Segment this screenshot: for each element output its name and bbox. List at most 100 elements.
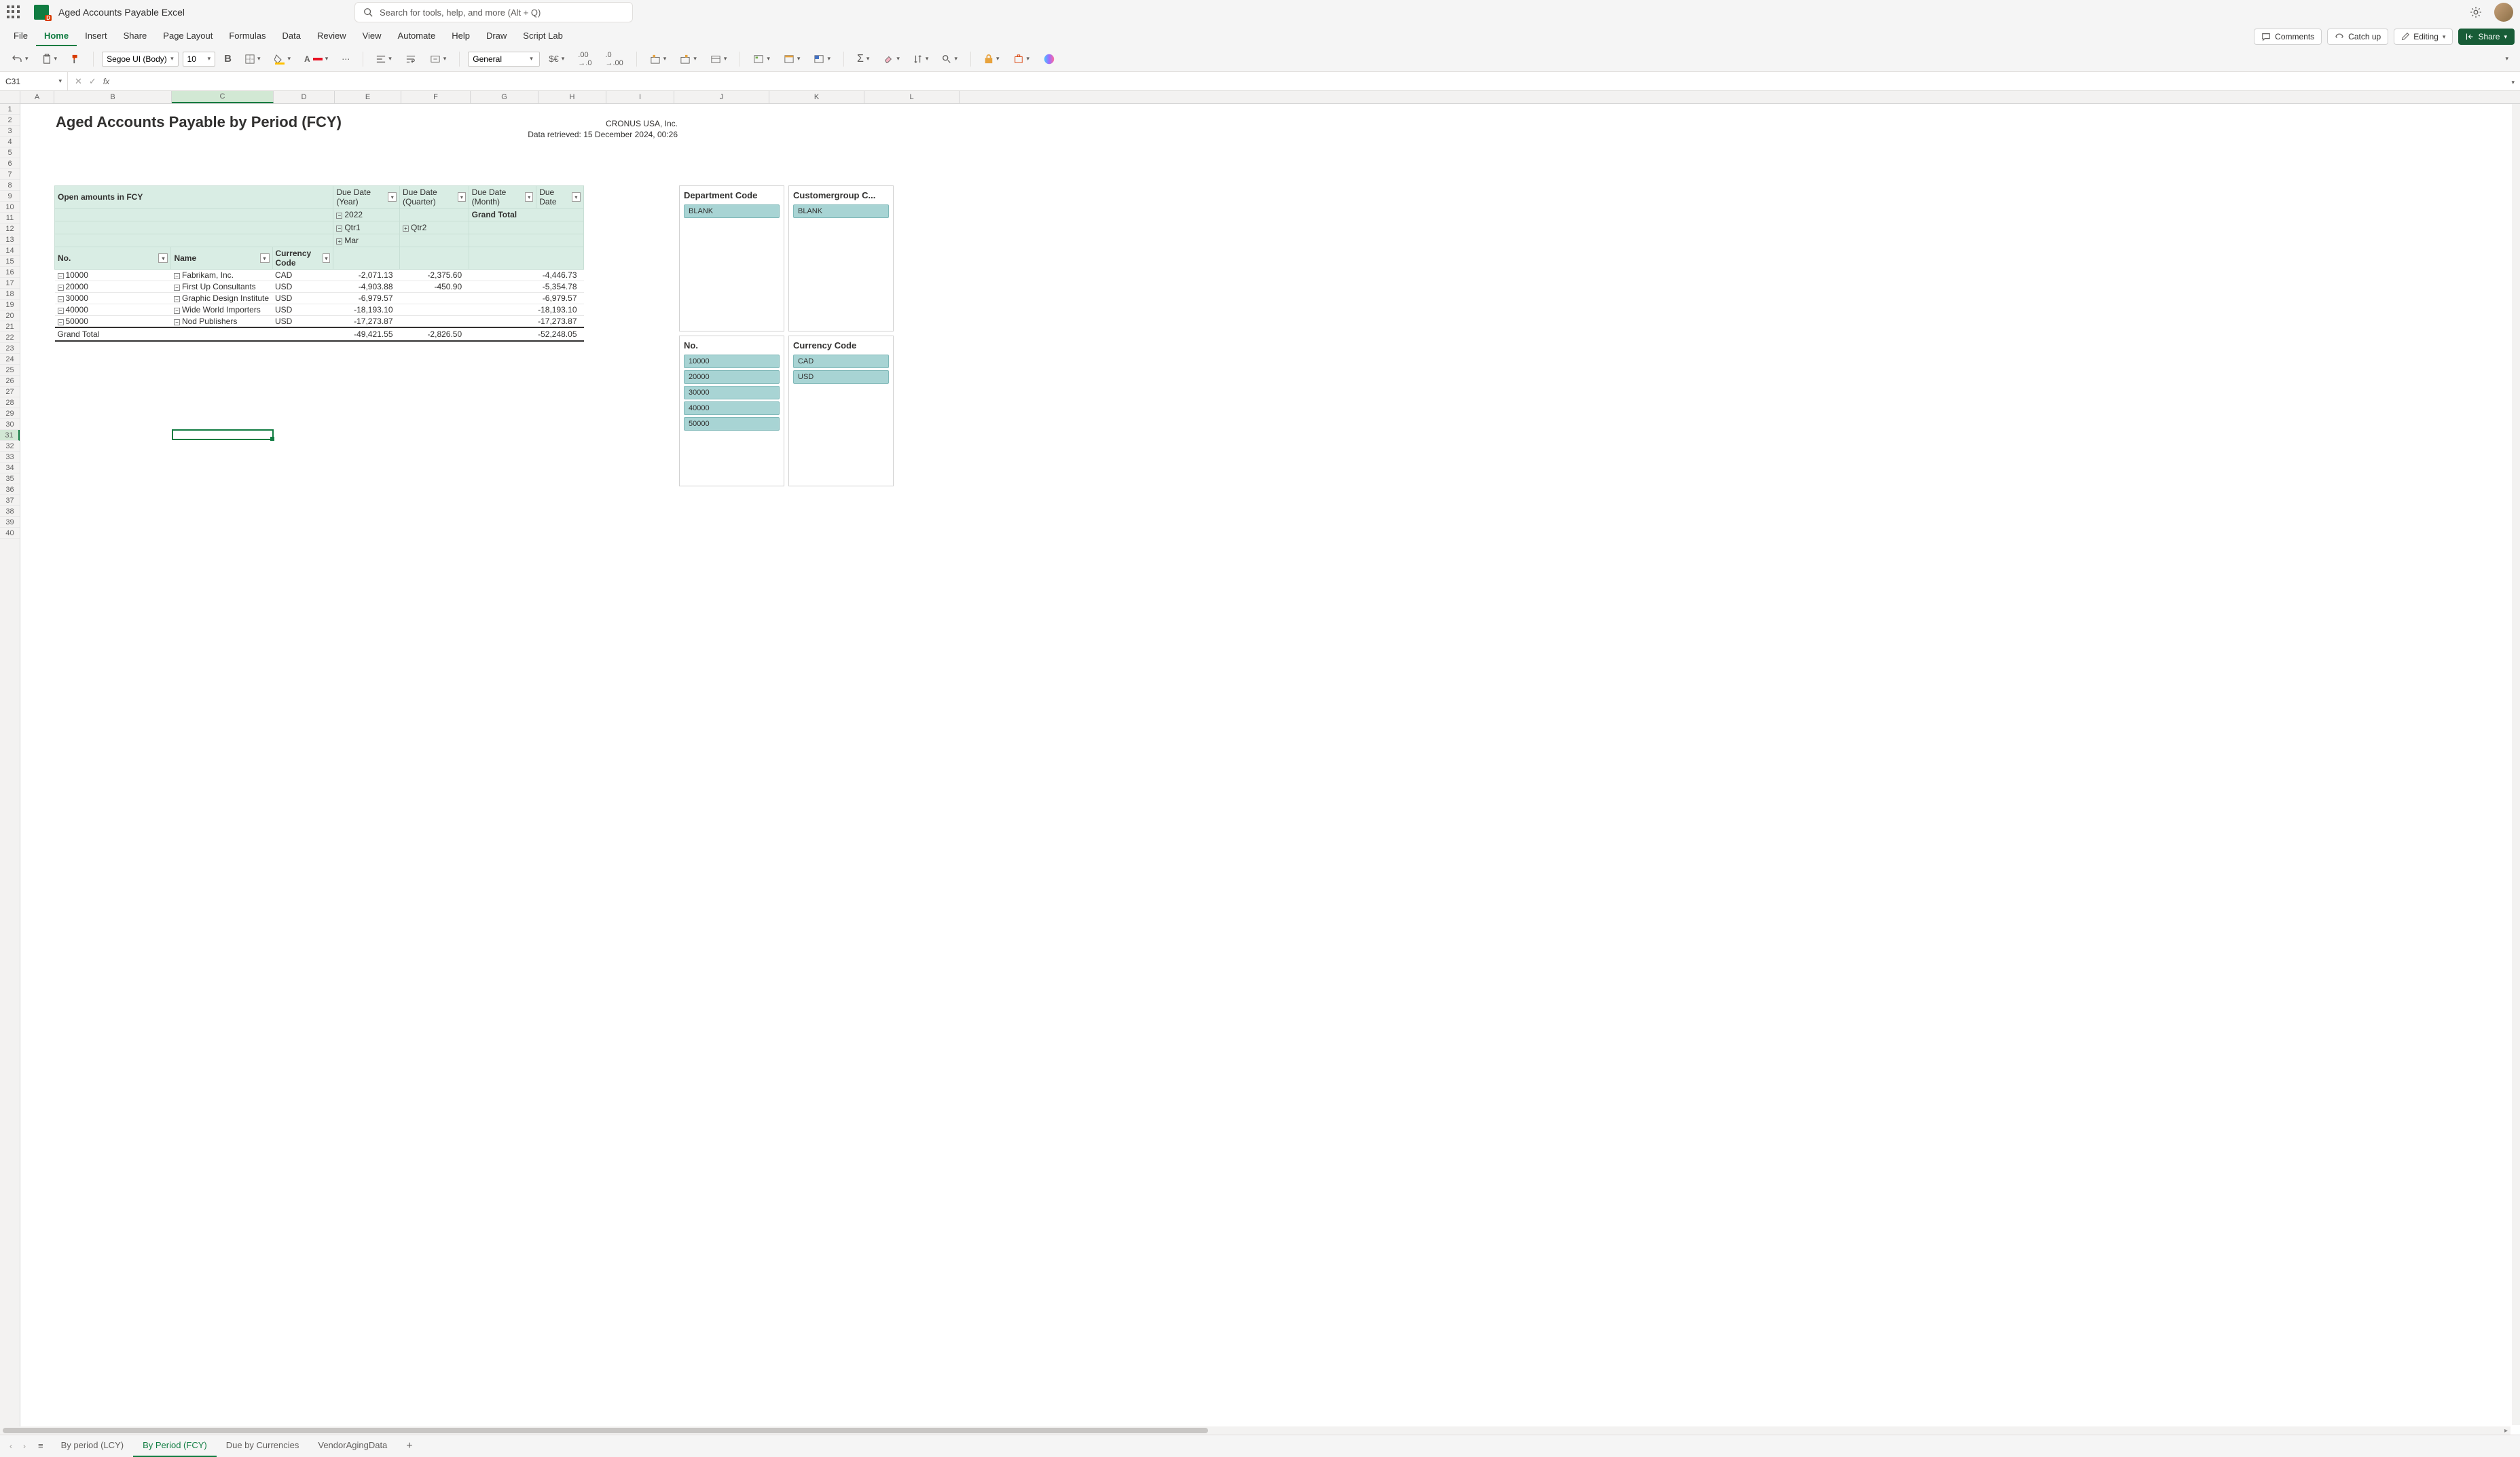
slicer-item[interactable]: 40000: [684, 401, 780, 415]
sheet-tab[interactable]: By Period (FCY): [133, 1435, 217, 1457]
autosum-button[interactable]: Σ▾: [852, 50, 874, 68]
column-header[interactable]: J: [674, 91, 769, 103]
collapse-icon[interactable]: −: [174, 296, 180, 302]
row-header[interactable]: 33: [0, 452, 20, 463]
menu-tab-review[interactable]: Review: [309, 26, 354, 46]
scroll-right-icon[interactable]: ▸: [2502, 1427, 2510, 1435]
catch-up-button[interactable]: Catch up: [2327, 29, 2388, 45]
horizontal-scrollbar[interactable]: ▸: [0, 1426, 2510, 1435]
font-name-select[interactable]: ▾: [102, 52, 179, 67]
pivot-data-row[interactable]: −10000−Fabrikam, Inc.CAD-2,071.13-2,375.…: [55, 270, 584, 281]
row-header[interactable]: 7: [0, 169, 20, 180]
row-header[interactable]: 1: [0, 104, 20, 115]
undo-button[interactable]: ▾: [7, 51, 33, 67]
sheet-tab[interactable]: Due by Currencies: [217, 1435, 309, 1457]
find-button[interactable]: ▾: [937, 52, 962, 67]
format-painter-button[interactable]: [66, 51, 85, 67]
pivot-data-row[interactable]: −20000−First Up ConsultantsUSD-4,903.88-…: [55, 281, 584, 293]
cell-styles-button[interactable]: ▾: [809, 52, 835, 67]
share-button[interactable]: Share ▾: [2458, 29, 2515, 45]
expand-formula-bar-button[interactable]: ▾: [2511, 76, 2520, 86]
row-header[interactable]: 29: [0, 408, 20, 419]
copilot-button[interactable]: [1038, 50, 1060, 68]
merge-button[interactable]: ▾: [425, 52, 452, 67]
row-header[interactable]: 27: [0, 386, 20, 397]
collapse-icon[interactable]: −: [58, 319, 64, 325]
ribbon-expand-button[interactable]: ▾: [2500, 52, 2513, 65]
format-cells-button[interactable]: ▾: [706, 52, 732, 67]
collapse-icon[interactable]: −: [58, 296, 64, 302]
slicer[interactable]: No.1000020000300004000050000: [679, 336, 784, 486]
slicer-item[interactable]: 10000: [684, 355, 780, 368]
conditional-format-button[interactable]: ▾: [748, 52, 775, 67]
filter-dropdown[interactable]: ▾: [158, 253, 168, 263]
collapse-icon[interactable]: −: [174, 285, 180, 291]
delete-cells-button[interactable]: ▾: [675, 52, 701, 67]
column-header[interactable]: K: [769, 91, 864, 103]
collapse-icon[interactable]: −: [174, 308, 180, 314]
accounting-format-button[interactable]: $€▾: [544, 51, 569, 67]
slicer[interactable]: Customergroup C...BLANK: [788, 185, 894, 331]
pivot-table[interactable]: Open amounts in FCY Due Date (Year)▾ Due…: [54, 185, 584, 342]
row-header[interactable]: 17: [0, 278, 20, 289]
cancel-formula-icon[interactable]: ✕: [75, 76, 82, 87]
row-header[interactable]: 20: [0, 310, 20, 321]
row-header[interactable]: 15: [0, 256, 20, 267]
row-header[interactable]: 8: [0, 180, 20, 191]
row-header[interactable]: 37: [0, 495, 20, 506]
row-header[interactable]: 38: [0, 506, 20, 517]
search-input[interactable]: Search for tools, help, and more (Alt + …: [354, 2, 633, 22]
spreadsheet-grid[interactable]: ABCDEFGHIJKL 123456789101112131415161718…: [0, 91, 2520, 1435]
row-header[interactable]: 10: [0, 202, 20, 213]
collapse-icon[interactable]: −: [58, 308, 64, 314]
scroll-thumb[interactable]: [3, 1428, 1208, 1433]
all-sheets-button[interactable]: ≡: [33, 1438, 49, 1454]
comments-button[interactable]: Comments: [2254, 29, 2322, 45]
wrap-text-button[interactable]: [401, 52, 421, 67]
app-launcher-icon[interactable]: [7, 5, 20, 19]
row-header[interactable]: 14: [0, 245, 20, 256]
pivot-data-row[interactable]: −40000−Wide World ImportersUSD-18,193.10…: [55, 304, 584, 316]
column-header[interactable]: I: [606, 91, 674, 103]
pivot-data-row[interactable]: −30000−Graphic Design InstituteUSD-6,979…: [55, 293, 584, 304]
column-header[interactable]: C: [172, 91, 274, 103]
collapse-icon[interactable]: −: [336, 213, 342, 219]
row-header[interactable]: 40: [0, 528, 20, 539]
column-header[interactable]: D: [274, 91, 335, 103]
row-header[interactable]: 21: [0, 321, 20, 332]
row-header[interactable]: 5: [0, 147, 20, 158]
slicer-item[interactable]: 50000: [684, 417, 780, 431]
filter-dropdown[interactable]: ▾: [525, 192, 533, 202]
table-format-button[interactable]: ▾: [779, 52, 805, 67]
row-header[interactable]: 34: [0, 463, 20, 473]
add-sheet-button[interactable]: +: [399, 1437, 419, 1455]
column-header[interactable]: A: [20, 91, 54, 103]
decrease-decimal-button[interactable]: .00→.0: [573, 48, 596, 70]
bold-button[interactable]: B: [219, 50, 236, 67]
column-header[interactable]: E: [335, 91, 401, 103]
row-header[interactable]: 18: [0, 289, 20, 300]
menu-tab-data[interactable]: Data: [274, 26, 309, 46]
row-header[interactable]: 19: [0, 300, 20, 310]
collapse-icon[interactable]: −: [58, 285, 64, 291]
filter-dropdown[interactable]: ▾: [388, 192, 397, 202]
slicer-item[interactable]: USD: [793, 370, 889, 384]
menu-tab-automate[interactable]: Automate: [390, 26, 444, 46]
accept-formula-icon[interactable]: ✓: [89, 76, 96, 87]
filter-dropdown[interactable]: ▾: [572, 192, 581, 202]
number-format-select[interactable]: ▾: [468, 52, 540, 67]
collapse-icon[interactable]: −: [174, 319, 180, 325]
row-header[interactable]: 30: [0, 419, 20, 430]
borders-button[interactable]: ▾: [240, 52, 266, 67]
sensitivity-button[interactable]: ▾: [979, 52, 1004, 67]
font-color-button[interactable]: A▾: [299, 52, 333, 67]
user-avatar[interactable]: [2494, 3, 2513, 22]
addins-button[interactable]: ▾: [1008, 52, 1035, 67]
font-size-select[interactable]: ▾: [183, 52, 216, 67]
fx-icon[interactable]: fx: [103, 77, 109, 86]
more-font-button[interactable]: ⋯: [337, 52, 354, 67]
menu-tab-help[interactable]: Help: [443, 26, 478, 46]
pivot-data-row[interactable]: −50000−Nod PublishersUSD-17,273.87-17,27…: [55, 316, 584, 328]
row-header[interactable]: 31: [0, 430, 20, 441]
slicer[interactable]: Department CodeBLANK: [679, 185, 784, 331]
